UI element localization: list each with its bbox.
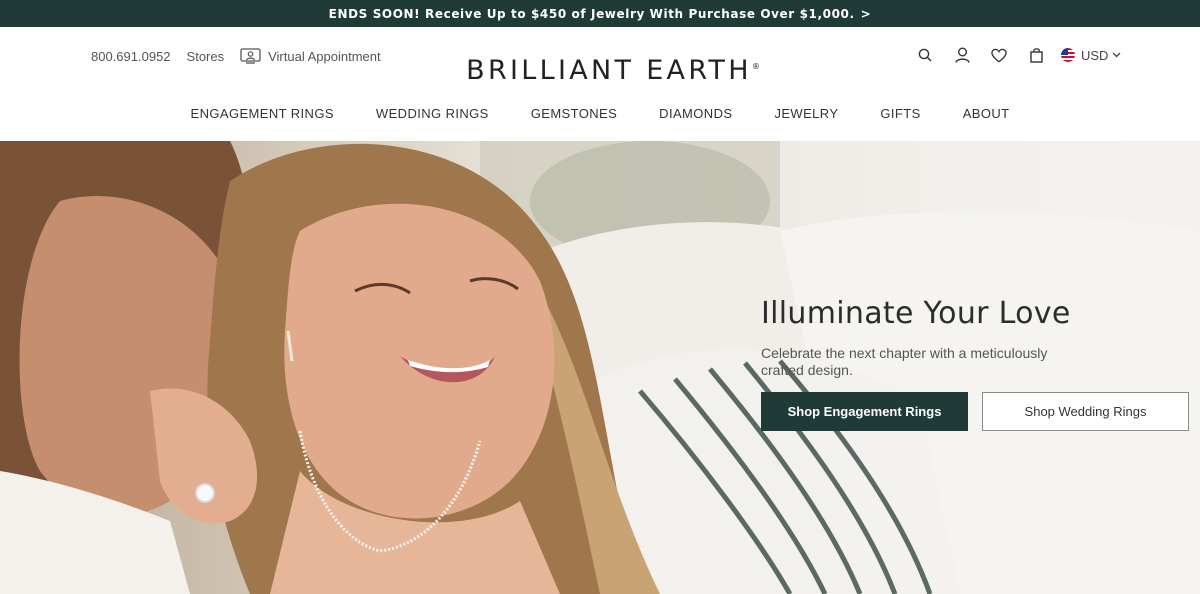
nav-diamonds[interactable]: DIAMONDS — [659, 106, 732, 121]
account-icon[interactable] — [954, 46, 970, 64]
shop-wedding-rings-button[interactable]: Shop Wedding Rings — [982, 392, 1189, 431]
hero-banner: Illuminate Your Love Celebrate the next … — [0, 141, 1200, 594]
promo-text: ENDS SOON! Receive Up to $450 of Jewelry… — [328, 6, 855, 21]
utility-icons: USD — [917, 46, 1121, 64]
chevron-down-icon — [1112, 52, 1121, 58]
registered-mark: ® — [751, 62, 760, 71]
wishlist-heart-icon[interactable] — [991, 46, 1007, 64]
hero-content: Illuminate Your Love Celebrate the next … — [761, 296, 1191, 431]
nav-jewelry[interactable]: JEWELRY — [774, 106, 838, 121]
shopping-bag-icon[interactable] — [1028, 46, 1044, 64]
us-flag-icon — [1061, 48, 1075, 62]
nav-wedding-rings[interactable]: WEDDING RINGS — [376, 106, 489, 121]
chevron-right-icon: > — [860, 6, 872, 21]
search-icon[interactable] — [917, 46, 933, 64]
site-header: 800.691.0952 Stores Virtual Appointment … — [0, 27, 1200, 141]
shop-engagement-rings-button[interactable]: Shop Engagement Rings — [761, 392, 968, 431]
main-navigation: ENGAGEMENT RINGS WEDDING RINGS GEMSTONES… — [0, 106, 1200, 121]
hero-title: Illuminate Your Love — [761, 296, 1071, 331]
promo-banner[interactable]: ENDS SOON! Receive Up to $450 of Jewelry… — [0, 0, 1200, 27]
nav-gemstones[interactable]: GEMSTONES — [531, 106, 617, 121]
currency-selector[interactable]: USD — [1061, 48, 1121, 63]
currency-label: USD — [1081, 47, 1109, 63]
hero-cta-group: Shop Engagement Rings Shop Wedding Rings — [761, 392, 1191, 431]
nav-engagement-rings[interactable]: ENGAGEMENT RINGS — [191, 106, 334, 121]
nav-about[interactable]: ABOUT — [963, 106, 1010, 121]
nav-gifts[interactable]: GIFTS — [880, 106, 920, 121]
brand-logo-text: BRILLIANT EARTH — [466, 55, 752, 86]
hero-subtitle: Celebrate the next chapter with a meticu… — [761, 345, 1048, 378]
